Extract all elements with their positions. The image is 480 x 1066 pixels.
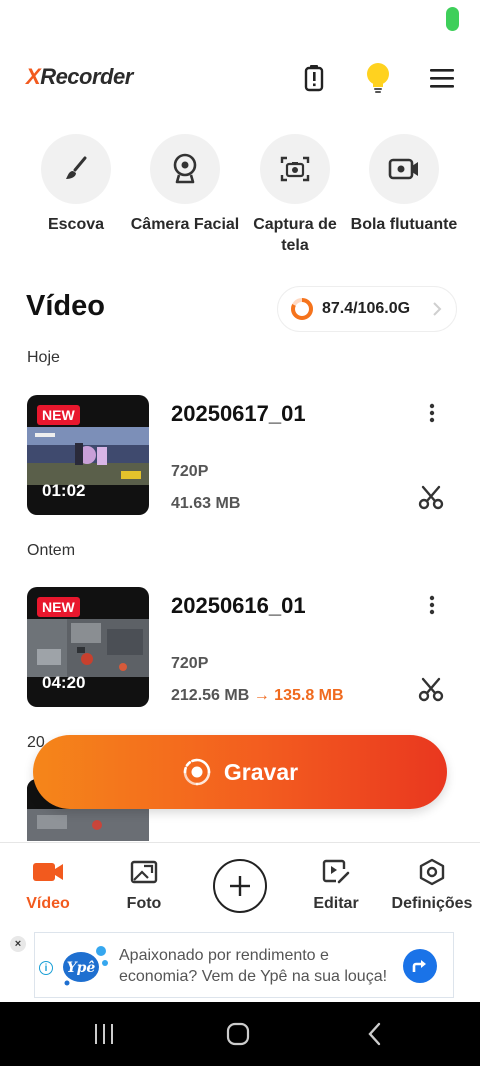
section-title-video: Vídeo	[26, 290, 105, 322]
compress-arrow: →	[253, 687, 270, 704]
ad-close-icon[interactable]: ×	[10, 936, 26, 952]
tool-brush[interactable]: Escova	[21, 134, 131, 235]
lightbulb-icon[interactable]	[362, 62, 394, 94]
new-badge: NEW	[37, 597, 80, 617]
thumbnail-image	[27, 619, 149, 677]
record-button-label: Gravar	[223, 758, 299, 785]
tools-row: Escova Câmera Facial Captura de tela Bol…	[0, 134, 480, 264]
settings-hexagon-icon	[384, 857, 480, 887]
more-options-icon[interactable]	[418, 399, 446, 427]
video-camera-icon	[0, 857, 96, 887]
nav-video[interactable]: Vídeo	[0, 857, 96, 913]
video-duration: 04:20	[42, 673, 86, 692]
ad-directions-icon[interactable]	[403, 949, 437, 983]
bottom-nav: Vídeo Foto Editar Definições	[0, 842, 480, 930]
video-size: 212.56 MB → 135.8 MB	[171, 687, 344, 704]
video-resolution: 720P	[171, 655, 209, 672]
edit-video-icon	[288, 857, 384, 887]
app-logo: XRecorder	[26, 64, 133, 89]
battery-icon[interactable]	[298, 62, 330, 94]
webcam-icon	[150, 134, 220, 204]
video-duration: 01:02	[42, 481, 86, 500]
video-item[interactable]: NEW 01:02 20250617_01 720P 41.63 MB	[0, 395, 480, 517]
group-label-yesterday: Ontem	[27, 542, 76, 559]
record-icon	[183, 758, 211, 786]
back-icon[interactable]	[354, 1020, 394, 1048]
status-indicator	[446, 7, 459, 31]
storage-ring-icon	[291, 298, 313, 320]
video-thumbnail[interactable]: NEW 01:02	[27, 395, 149, 515]
scissors-icon[interactable]	[416, 483, 446, 513]
video-thumbnail[interactable]: NEW 04:20	[27, 587, 149, 707]
video-name: 20250617_01	[171, 401, 306, 426]
tool-face-camera[interactable]: Câmera Facial	[130, 134, 240, 235]
more-options-icon[interactable]	[418, 591, 446, 619]
group-label-today: Hoje	[27, 349, 60, 366]
system-nav-bar	[0, 1002, 480, 1066]
video-size: 41.63 MB	[171, 495, 241, 512]
menu-icon[interactable]	[426, 62, 458, 94]
scissors-icon[interactable]	[416, 675, 446, 705]
thumbnail-image	[27, 427, 149, 485]
ad-content[interactable]: i Ypê Apaixonado por rendimento e econom…	[34, 932, 454, 998]
nav-edit[interactable]: Editar	[288, 857, 384, 913]
ad-brand-logo: Ypê	[59, 943, 109, 987]
ad-text: Apaixonado por rendimento e economia? Ve…	[119, 947, 388, 985]
recent-apps-icon[interactable]	[84, 1020, 124, 1048]
ad-info-icon[interactable]: i	[39, 961, 53, 975]
video-resolution: 720P	[171, 463, 209, 480]
chevron-right-icon	[433, 302, 442, 316]
home-icon[interactable]	[218, 1020, 258, 1048]
app-header: XRecorder	[0, 52, 480, 104]
ad-banner: × i Ypê Apaixonado por rendimento e econ…	[0, 930, 480, 1002]
tool-floating-ball[interactable]: Bola flutuante	[349, 134, 459, 235]
record-button[interactable]: Gravar	[33, 735, 447, 809]
video-name: 20250616_01	[171, 593, 306, 618]
new-badge: NEW	[37, 405, 80, 425]
storage-indicator[interactable]: 87.4/106.0G	[277, 286, 457, 332]
nav-settings[interactable]: Definições	[384, 857, 480, 913]
brush-icon	[41, 134, 111, 204]
svg-text:Ypê: Ypê	[67, 960, 96, 976]
photo-icon	[96, 857, 192, 887]
video-item[interactable]: NEW 04:20 20250616_01 720P 212.56 MB → 1…	[0, 587, 480, 709]
screenshot-camera-icon	[260, 134, 330, 204]
plus-icon[interactable]	[213, 859, 267, 913]
storage-value: 87.4/106.0G	[322, 300, 411, 317]
nav-photo[interactable]: Foto	[96, 857, 192, 913]
tool-screenshot[interactable]: Captura de tela	[240, 134, 350, 256]
floating-ball-camera-icon	[369, 134, 439, 204]
compressed-size: 135.8 MB	[274, 687, 344, 704]
